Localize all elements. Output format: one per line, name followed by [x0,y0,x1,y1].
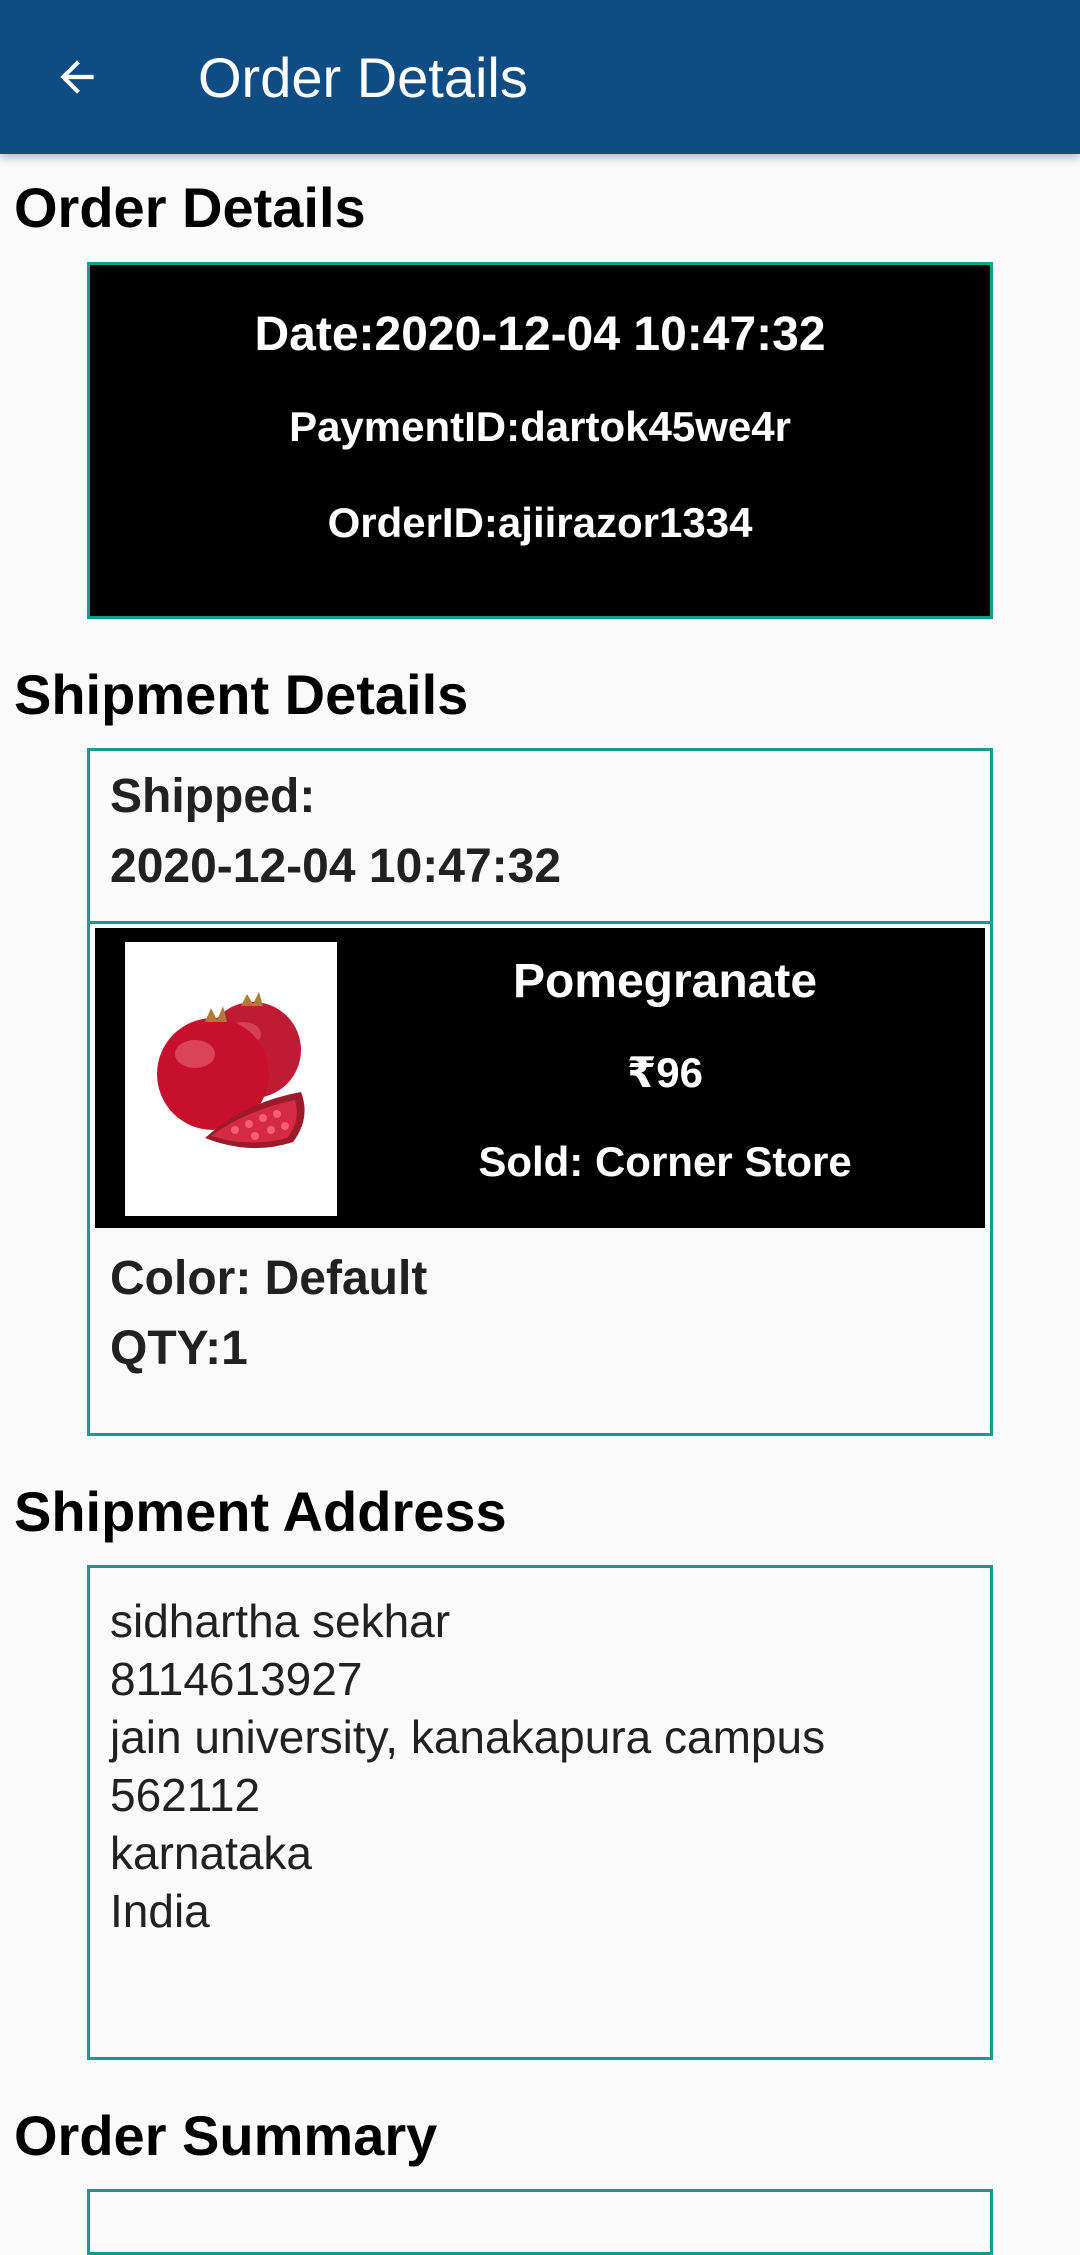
pomegranate-image [125,942,337,1216]
product-quantity: QTY:1 [110,1322,248,1375]
order-id: OrderID:ajiirazor1334 [327,499,753,546]
address-street: jain university, kanakapura campus [110,1711,826,1763]
section-title-order-summary: Order Summary [14,2104,438,2167]
address-phone: 8114613927 [110,1653,363,1705]
app-bar: Order Details [0,0,1080,154]
address-pincode: 562112 [110,1769,261,1821]
product-card[interactable]: Pomegranate ₹96 Sold: Corner Store [95,928,985,1228]
back-button[interactable] [30,30,124,124]
product-color: Color: Default [110,1252,428,1305]
app-bar-title: Order Details [198,46,528,109]
address-country: India [110,1885,210,1937]
address-card: sidhartha sekhar 8114613927 jain univers… [87,1565,993,2060]
address-state: karnataka [110,1827,313,1879]
product-name: Pomegranate [512,955,818,1008]
shipped-label: Shipped: [110,770,316,823]
section-title-shipment-details: Shipment Details [14,663,469,726]
order-summary-card [87,2189,993,2255]
payment-id: PaymentID:dartok45we4r [289,403,791,450]
shipped-date: 2020-12-04 10:47:32 [110,840,562,893]
arrow-left-icon [60,60,94,94]
product-seller: Sold: Corner Store [478,1138,852,1185]
shipment-card: Shipped: 2020-12-04 10:47:32 Pomegranate… [87,748,993,1436]
product-price: ₹96 [627,1049,703,1096]
address-name: sidhartha sekhar [110,1595,451,1647]
section-title-shipment-address: Shipment Address [14,1480,507,1543]
order-date: Date:2020-12-04 10:47:32 [254,308,826,361]
section-title-order-details: Order Details [14,176,366,239]
order-info-card: Date:2020-12-04 10:47:32 PaymentID:darto… [87,262,993,619]
divider [90,921,990,924]
